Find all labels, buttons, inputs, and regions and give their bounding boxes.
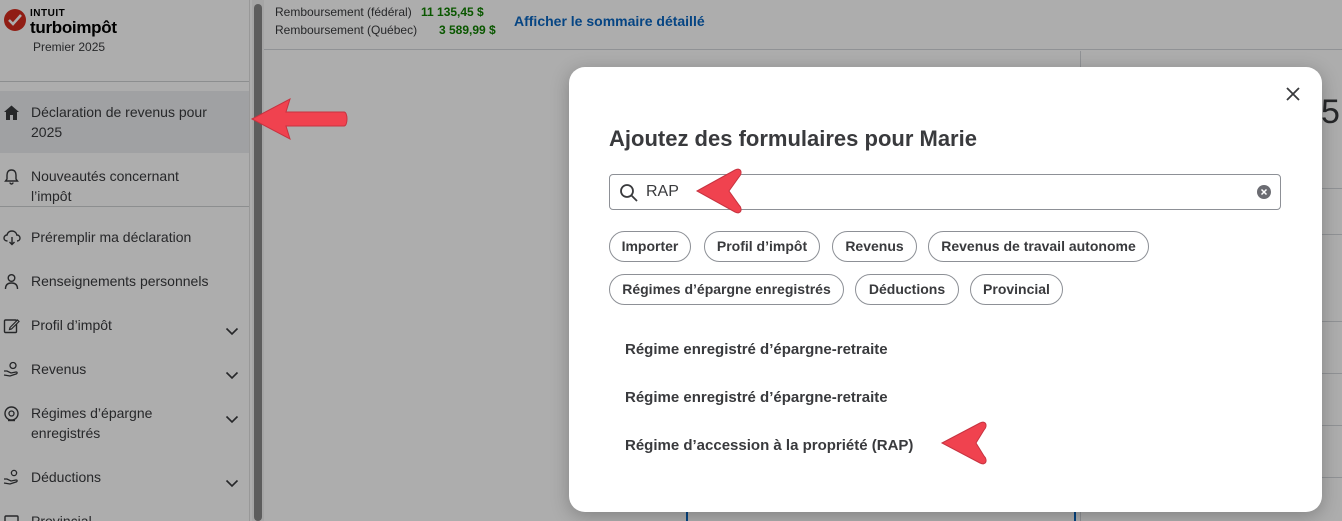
dialog-title: Ajoutez des formulaires pour Marie [609,126,977,151]
search-result-item[interactable]: Régime enregistré d’épargne-retraite [625,389,888,406]
annotation-arrow-icon [940,421,987,465]
annotation-arrow-icon [250,97,348,141]
filter-chip-self-employment[interactable]: Revenus de travail autonome [928,231,1149,262]
filter-chip-income[interactable]: Revenus [832,231,917,262]
clear-search-icon[interactable] [1257,185,1271,199]
filter-chip-registered-savings[interactable]: Régimes d’épargne enregistrés [609,274,844,305]
search-result-item[interactable]: Régime enregistré d’épargne-retraite [625,341,888,358]
filter-chip-import[interactable]: Importer [609,231,691,262]
filter-chip-provincial[interactable]: Provincial [970,274,1063,305]
close-icon[interactable] [1283,84,1303,104]
annotation-arrow-icon [695,168,742,214]
search-icon [619,183,639,208]
search-result-item[interactable]: Régime d’accession à la propriété (RAP) [625,437,913,454]
filter-chip-tax-profile[interactable]: Profil d’impôt [704,231,820,262]
filter-chip-deductions[interactable]: Déductions [855,274,959,305]
